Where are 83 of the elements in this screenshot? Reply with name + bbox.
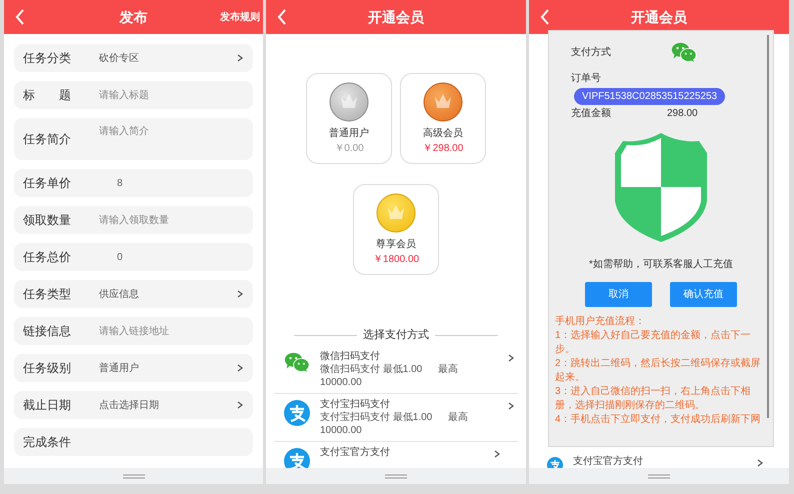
instruction-text: 1：选择输入好自己要充值的金额，点击下一步。 xyxy=(555,329,752,357)
handle-icon[interactable] xyxy=(385,474,407,478)
option-title: 微信扫码支付 xyxy=(320,350,381,362)
screen-title: 开通会员 xyxy=(368,8,424,26)
form-row[interactable]: 任务类型 供应信息 xyxy=(14,280,253,308)
chevron-icon xyxy=(237,401,243,409)
input-field[interactable]: 请输入标题 xyxy=(99,88,243,102)
back-icon[interactable] xyxy=(15,9,25,25)
field-label: 支付方式 xyxy=(571,46,612,60)
section-heading: 选择支付方式 xyxy=(363,328,429,343)
field-value: 0 xyxy=(116,250,124,264)
form-row[interactable]: 任务总价 0 xyxy=(14,243,253,271)
tier-name: 尊享会员 xyxy=(376,238,416,252)
field-value: 8 xyxy=(116,176,124,190)
amount-value: 298.00 xyxy=(667,107,698,121)
form-row[interactable]: 链接信息 请输入链接地址 xyxy=(14,317,253,345)
form-row[interactable]: 任务级别 普通用户 xyxy=(14,354,253,382)
field-label: 充值金额 xyxy=(571,106,612,121)
form-row[interactable]: 任务简介 请输入简介 xyxy=(14,118,253,160)
membership-card[interactable]: 尊享会员 ￥1800.00 xyxy=(353,184,439,275)
instruction-text: 2：跳转出二维码，然后长按二维码保存或截屏起来。 xyxy=(555,357,762,385)
form-row[interactable]: 任务分类 砍价专区 xyxy=(14,44,253,72)
field-label: 任务级别 xyxy=(23,360,72,377)
chevron-icon xyxy=(237,364,243,372)
handle-icon[interactable] xyxy=(648,474,670,478)
option-title: 支付宝官方支付 xyxy=(320,446,391,458)
field-value: 供应信息 xyxy=(99,288,140,302)
field-value: 点击选择日期 xyxy=(99,398,160,412)
field-label: 完成条件 xyxy=(23,434,72,451)
shield-icon xyxy=(615,133,707,242)
field-label: 任务简介 xyxy=(23,131,72,148)
screen-title: 发布 xyxy=(120,8,148,26)
alipay-icon xyxy=(284,400,310,426)
tier-price: ￥0.00 xyxy=(334,142,364,156)
field-label: 任务总价 xyxy=(23,249,72,266)
instruction-text: 3：进入自己微信的扫一扫，右上角点击下相册，选择扫描刚刚保存的二维码。 xyxy=(555,385,752,413)
field-label: 任务分类 xyxy=(23,50,72,67)
handle-icon[interactable] xyxy=(122,474,144,478)
option-title: 支付宝扫码支付 xyxy=(320,398,391,410)
field-label: 链接信息 xyxy=(23,323,72,340)
field-value: 砍价专区 xyxy=(99,52,140,66)
form-row[interactable]: 标 题 请输入标题 xyxy=(14,81,253,109)
payment-option[interactable]: 支付宝扫码支付 支付宝扫码支付 最低1.00 最高10000.00 xyxy=(274,394,518,442)
chevron-icon xyxy=(757,459,763,467)
wechat-icon xyxy=(671,42,697,62)
chevron-icon xyxy=(508,402,514,410)
chevron-icon xyxy=(237,54,243,62)
scrollbar-thumb[interactable] xyxy=(767,35,769,418)
chevron-icon xyxy=(237,290,243,298)
membership-card[interactable]: 高级会员 ￥298.00 xyxy=(400,73,486,164)
field-value: 普通用户 xyxy=(99,362,140,376)
wechat-icon xyxy=(284,352,310,372)
tier-name: 普通用户 xyxy=(329,126,369,141)
chevron-icon xyxy=(494,450,500,458)
field-label: 截止日期 xyxy=(23,397,72,414)
tier-price: ￥298.00 xyxy=(422,142,464,156)
screen-title: 开通会员 xyxy=(631,8,687,26)
tier-name: 高级会员 xyxy=(423,126,463,141)
chevron-icon xyxy=(508,354,514,362)
help-text: *如需帮助，可联系客服人工充值 xyxy=(588,258,734,272)
field-label: 领取数量 xyxy=(23,212,72,229)
form-row[interactable]: 截止日期 点击选择日期 xyxy=(14,391,253,419)
option-title: 支付宝官方支付 xyxy=(573,455,644,468)
input-field[interactable]: 请输入链接地址 xyxy=(99,324,243,338)
option-detail: 支付宝扫码支付 最低1.00 最高10000.00 xyxy=(320,410,469,436)
instruction-text: 4：手机点击下立即支付，支付成功后刷新下网 xyxy=(555,413,762,427)
option-detail: 微信扫码支付 最低1.00 最高10000.00 xyxy=(320,362,459,388)
tier-price: ￥1800.00 xyxy=(372,253,420,267)
field-label: 任务类型 xyxy=(23,286,72,303)
input-field[interactable]: 请输入简介 xyxy=(99,124,243,139)
form-row[interactable]: 完成条件 xyxy=(14,428,253,456)
membership-card[interactable]: 普通用户 ￥0.00 xyxy=(306,73,392,164)
back-icon[interactable] xyxy=(277,9,287,25)
payment-option[interactable]: 微信扫码支付 微信扫码支付 最低1.00 最高10000.00 xyxy=(274,346,518,394)
instruction-text: 手机用户充值流程： xyxy=(555,315,646,329)
field-label: 标 题 xyxy=(23,87,72,104)
order-number-badge: VIPF51538C02853515225253 xyxy=(574,88,726,105)
field-label: 任务单价 xyxy=(23,175,72,192)
field-label: 订单号 xyxy=(571,72,602,86)
back-icon[interactable] xyxy=(540,9,550,25)
input-field[interactable]: 请输入领取数量 xyxy=(99,212,243,228)
form-row[interactable]: 领取数量 请输入领取数量 xyxy=(14,206,253,234)
form-row[interactable]: 任务单价 8 xyxy=(14,169,253,197)
